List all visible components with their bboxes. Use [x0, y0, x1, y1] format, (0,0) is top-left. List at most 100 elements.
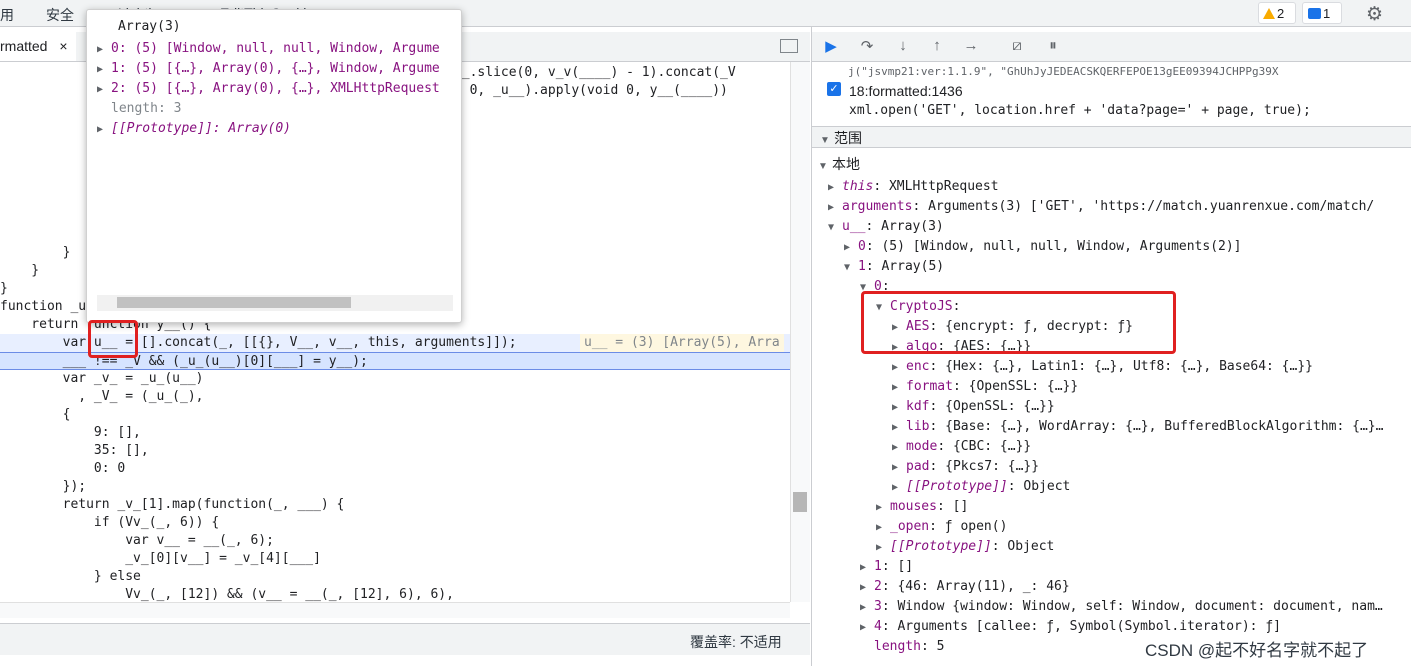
resume-icon[interactable]: ▶ [820, 37, 842, 59]
step-out-icon[interactable]: ↑ [926, 37, 948, 59]
scope-tree-row[interactable]: ▶ mouses: [] [876, 497, 968, 517]
scope-tree-row[interactable]: ▶ [[Prototype]]: Object [892, 477, 1070, 497]
scope-tree-row: length: 5 [860, 637, 944, 657]
expand-toggle-icon: ▶ [892, 422, 899, 433]
scope-tree-row[interactable]: ▶ lib: {Base: {…}, WordArray: {…}, Buffer… [892, 417, 1383, 437]
scope-value: : 5 [920, 639, 945, 654]
tab-security[interactable]: 安全 [46, 5, 74, 25]
scope-tree-row[interactable]: ▶ pad: {Pkcs7: {…}} [892, 457, 1039, 477]
scope-value: : Array(5) [865, 259, 945, 274]
popover-row[interactable]: ▶ 2: (5) [{…}, Array(0), {…}, XMLHttpRequ… [97, 79, 440, 99]
code-line: 35: [], [0, 443, 149, 458]
expand-toggle-icon: ▼ [828, 222, 835, 233]
code-line: }); [0, 479, 87, 494]
scope-tree-row[interactable]: ▶ 0: (5) [Window, null, null, Window, Arg… [844, 237, 1242, 257]
scope-key: enc [906, 359, 930, 374]
scope-section-header[interactable]: ▼ 范围 [812, 126, 1411, 148]
scope-value: : Object [1007, 479, 1071, 494]
scope-key: mode [906, 439, 938, 454]
watermark: CSDN @起不好名字就不起了 [1145, 641, 1369, 660]
step-icon[interactable]: → [960, 37, 982, 59]
scope-key: 0 [858, 239, 866, 254]
scope-tree-row[interactable]: ▶ mode: {CBC: {…}} [892, 437, 1031, 457]
close-icon[interactable]: × [59, 38, 67, 54]
scope-tree-row[interactable]: ▶ [[Prototype]]: Object [876, 537, 1054, 557]
code-line: _v_[0][v__] = _v_[4][___] [0, 551, 321, 566]
scope-tree-row[interactable]: ▶ enc: {Hex: {…}, Latin1: {…}, Utf8: {…},… [892, 357, 1313, 377]
code-horizontal-scrollbar[interactable] [0, 602, 790, 618]
value-popover: Array(3) ▶ 0: (5) [Window, null, null, Wi… [86, 9, 462, 323]
code-scroll-thumb[interactable] [793, 492, 807, 512]
scope-key: [[Prototype]] [906, 479, 1008, 494]
breakpoint-label[interactable]: 18:formatted:1436 [849, 81, 963, 101]
tab-application[interactable]: 用 [0, 5, 14, 25]
file-tab-formatted[interactable]: rmatted × [0, 32, 76, 61]
scope-tree-row[interactable]: ▶ this: XMLHttpRequest [828, 177, 999, 197]
popover-row-text: 2: (5) [{…}, Array(0), {…}, XMLHttpReque… [111, 81, 440, 96]
popover-title: Array(3) [118, 19, 181, 34]
breakpoint-checkbox[interactable]: ✓ [827, 82, 841, 96]
scope-value: : Arguments [callee: ƒ, Symbol(Symbol.it… [881, 619, 1281, 634]
expand-toggle-icon: ▶ [876, 542, 883, 553]
code-line: , _V_ = (_u_(_), [0, 389, 204, 404]
code-line-text: var u__ = [].concat(_, [[{}, V__, v__, t… [0, 335, 517, 350]
scope-key: this [842, 179, 874, 194]
popover-row[interactable]: ▶ 1: (5) [{…}, Array(0), {…}, Window, Arg… [97, 59, 440, 79]
breakpoint-code: xml.open('GET', location.href + 'data?pa… [849, 103, 1311, 118]
scope-tree-row[interactable]: ▶ 1: [] [860, 557, 913, 577]
scope-value: : (5) [Window, null, null, Window, Argum… [865, 239, 1242, 254]
expand-toggle-icon: ▶ [828, 202, 835, 213]
code-line: } [0, 245, 71, 260]
highlight-box [88, 320, 138, 358]
code-line: 9: [], [0, 425, 141, 440]
popover-scroll-thumb[interactable] [117, 297, 351, 308]
pause-on-exceptions-icon[interactable]: ⏸ [1042, 37, 1064, 59]
scope-key: length [874, 639, 921, 654]
popover-row[interactable]: ▶ 0: (5) [Window, null, null, Window, Arg… [97, 39, 440, 59]
local-scope-header[interactable]: ▼ 本地 [818, 154, 860, 174]
gear-icon[interactable]: ⚙ [1366, 3, 1383, 26]
message-icon [1308, 8, 1321, 19]
code-line: 0: 0 [0, 461, 126, 476]
scope-tree-row[interactable]: ▶ arguments: Arguments(3) ['GET', 'https:… [828, 197, 1374, 217]
scope-tree-row[interactable]: ▼ 1: Array(5) [844, 257, 944, 277]
scope-value: : [] [881, 559, 914, 574]
scope-key: 4 [874, 619, 882, 634]
scope-key: lib [906, 419, 930, 434]
scope-value: : Array(3) [865, 219, 944, 234]
scope-tree-row[interactable]: ▶ 3: Window {window: Window, self: Window… [860, 597, 1383, 617]
step-over-icon[interactable]: ↷ [856, 37, 878, 59]
toggle-panel-icon[interactable] [780, 39, 798, 53]
messages-badge[interactable]: 1 [1302, 2, 1342, 24]
popover-row-text: [[Prototype]]: Array(0) [111, 121, 292, 136]
expand-toggle-icon: ▶ [860, 582, 867, 593]
scope-value: : XMLHttpRequest [873, 179, 999, 194]
breakpoint-snippet: j("jsvmp21:ver:1.1.9", "GhUhJyJEDEACSKQE… [848, 65, 1279, 78]
scope-key: 1 [874, 559, 882, 574]
step-into-icon[interactable]: ↓ [892, 37, 914, 59]
expand-toggle-icon: ▶ [828, 182, 835, 193]
scope-key: 1 [858, 259, 866, 274]
scope-value: : {Base: {…}, WordArray: {…}, BufferedBl… [929, 419, 1384, 434]
expand-toggle-icon: ▶ [892, 362, 899, 373]
code-vertical-scrollbar[interactable] [790, 62, 810, 602]
expand-toggle-icon: ▶ [892, 402, 899, 413]
scope-tree-row[interactable]: ▼ u__: Array(3) [828, 217, 944, 237]
scope-tree-row[interactable]: ▶ 4: Arguments [callee: ƒ, Symbol(Symbol.… [860, 617, 1281, 637]
code-line: { [0, 407, 71, 422]
deactivate-breakpoints-icon[interactable]: ⧄ [1006, 37, 1028, 59]
code-line: var _v_ = _u_(u__) [0, 371, 204, 386]
warning-icon [1263, 8, 1275, 19]
scope-value: : Window {window: Window, self: Window, … [881, 599, 1383, 614]
scope-tree-row[interactable]: ▶ _open: ƒ open() [876, 517, 1007, 537]
file-tab-label: rmatted [0, 38, 48, 54]
scope-value: : {Pkcs7: {…}} [929, 459, 1040, 474]
popover-row[interactable]: ▶ [[Prototype]]: Array(0) [97, 119, 291, 139]
coverage-label: 覆盖率: 不适用 [690, 634, 782, 650]
scope-tree-row[interactable]: ▶ format: {OpenSSL: {…}} [892, 377, 1078, 397]
expand-toggle-icon: ▶ [860, 602, 867, 613]
scope-value: : Arguments(3) ['GET', 'https://match.yu… [912, 199, 1375, 214]
scope-tree-row[interactable]: ▶ kdf: {OpenSSL: {…}} [892, 397, 1055, 417]
scope-tree-row[interactable]: ▶ 2: {46: Array(11), _: 46} [860, 577, 1070, 597]
warnings-badge[interactable]: 2 [1258, 2, 1296, 24]
